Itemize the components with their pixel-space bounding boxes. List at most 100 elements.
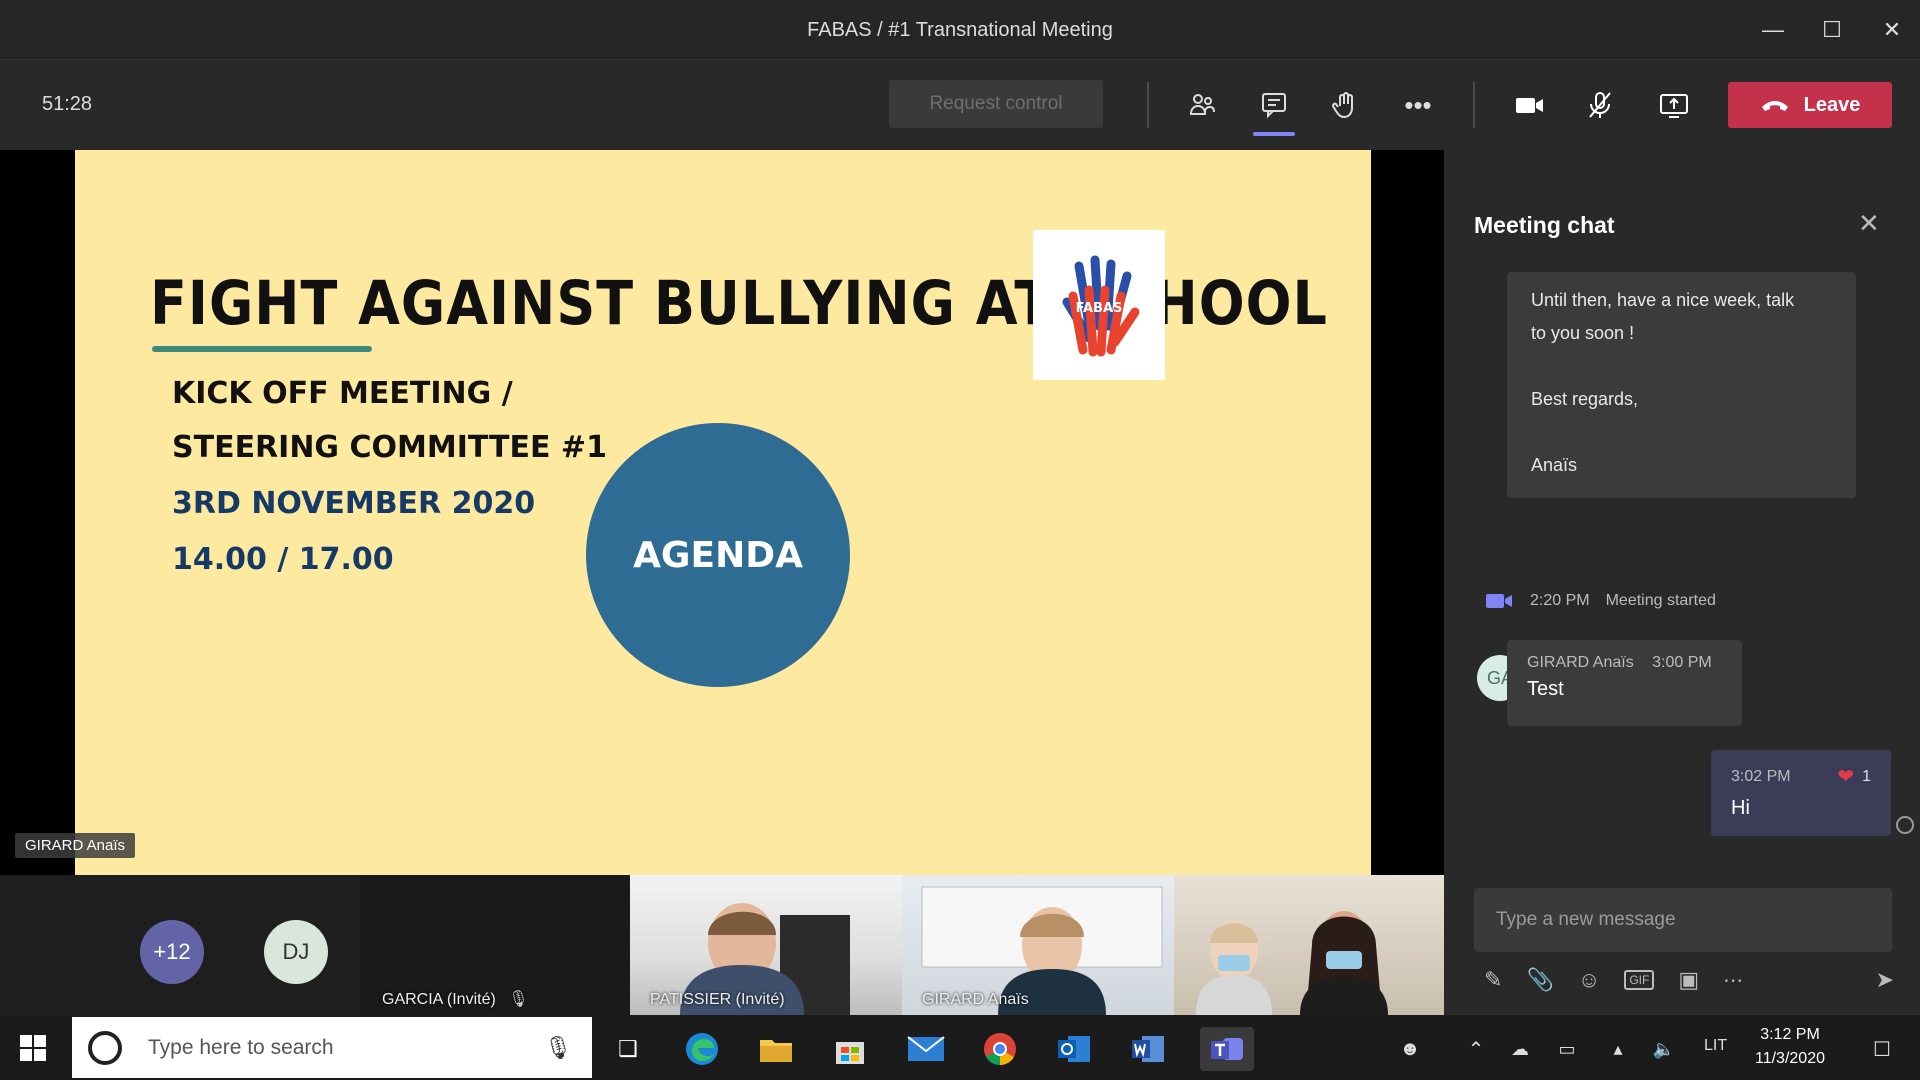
chat-message-line: Until then, have a nice week, talk (1531, 290, 1795, 310)
edge-icon[interactable] (680, 1027, 724, 1071)
chat-icon[interactable] (1250, 82, 1298, 136)
chrome-icon[interactable] (978, 1027, 1022, 1071)
participant-video-tile[interactable] (1174, 875, 1444, 1015)
leave-button[interactable]: Leave (1728, 82, 1892, 128)
chat-message-text: Hi (1731, 797, 1750, 819)
participant-strip: +12 DJ GARCIA (Invité) 🎙 PATISSIER (Invi… (0, 875, 1444, 1015)
seen-status-icon (1896, 816, 1914, 834)
cortana-icon (88, 1030, 122, 1065)
reaction-count: 1 (1862, 767, 1871, 785)
people-icon[interactable]: ☻ (1388, 1027, 1432, 1071)
taskbar-search-box[interactable]: Type here to search 🎙 (72, 1017, 592, 1078)
compose-toolbar: ✎ 📎 ☺ GIF ▣ ⋯ ➤ (1484, 960, 1894, 1000)
gif-icon[interactable]: GIF (1624, 970, 1655, 990)
fabas-logo: FABAS (1033, 230, 1165, 380)
raise-hand-icon[interactable] (1322, 82, 1370, 128)
taskbar-clock[interactable]: 3:12 PM 11/3/2020 (1755, 1023, 1825, 1071)
chat-message-line: Best regards, (1531, 389, 1639, 409)
message-input[interactable] (1474, 888, 1892, 952)
request-control-button[interactable]: Request control (889, 80, 1103, 128)
compose-box[interactable] (1474, 888, 1892, 952)
chat-message-text: Test (1527, 678, 1564, 700)
chat-message-bubble: GIRARD Anaïs 3:00 PM Test (1507, 640, 1742, 726)
task-view-icon[interactable]: ❑ (606, 1027, 650, 1071)
sticker-icon[interactable]: ▣ (1678, 967, 1699, 993)
onedrive-icon[interactable]: ☁ (1498, 1027, 1542, 1071)
participant-name: GIRARD Anaïs (922, 991, 1029, 1008)
share-screen-icon[interactable] (1650, 82, 1698, 128)
meeting-chat-panel: Meeting chat ✕ Until then, have a nice w… (1444, 150, 1920, 1015)
my-chat-message-bubble: 3:02 PM ❤ 1 Hi (1711, 750, 1891, 836)
search-placeholder: Type here to search (148, 1035, 334, 1059)
windows-taskbar: Type here to search 🎙 ❑ ☻ ⌃ ☁ ▭ ▴ 🔈 LIT … (0, 1015, 1920, 1080)
mail-icon[interactable] (904, 1027, 948, 1071)
participant-name: PATISSIER (Invité) (650, 991, 785, 1008)
leave-label: Leave (1803, 93, 1861, 116)
emoji-icon[interactable]: ☺ (1578, 967, 1600, 993)
more-compose-options-icon[interactable]: ⋯ (1723, 968, 1743, 993)
presentation-slide: FIGHT AGAINST BULLYING AT SCHOOL KICK OF… (75, 150, 1371, 875)
chat-timestamp: 3:00 PM (1652, 654, 1712, 671)
mic-muted-icon[interactable] (1576, 82, 1624, 128)
participant-name-text: GARCIA (Invité) (382, 991, 496, 1008)
participant-video (1196, 911, 1388, 1015)
send-icon[interactable]: ➤ (1876, 967, 1894, 993)
meeting-timer: 51:28 (42, 93, 93, 115)
more-participants-button[interactable]: +12 (140, 920, 204, 984)
maximize-icon[interactable]: ☐ (1802, 12, 1862, 48)
word-icon[interactable] (1126, 1027, 1170, 1071)
participant-tile[interactable]: GARCIA (Invité) 🎙 (360, 875, 630, 1015)
title-bar: FABAS / #1 Transnational Meeting — ☐ ✕ (0, 0, 1920, 60)
slide-subtitle-1: KICK OFF MEETING / (172, 376, 513, 411)
agenda-circle: AGENDA (586, 423, 850, 687)
chat-title: Meeting chat (1474, 212, 1615, 238)
slide-title-underline (152, 346, 372, 352)
store-icon[interactable] (828, 1027, 872, 1071)
chat-message-bubble: Until then, have a nice week, talk to yo… (1507, 272, 1856, 498)
toolbar-divider (1147, 82, 1149, 128)
system-time: 2:20 PM (1530, 592, 1590, 609)
window-title: FABAS / #1 Transnational Meeting (807, 19, 1113, 41)
participant-video-tile[interactable]: GIRARD Anaïs (902, 875, 1174, 1015)
network-icon[interactable]: ▴ (1596, 1027, 1640, 1071)
chat-author: GIRARD Anaïs (1527, 654, 1634, 671)
microphone-icon[interactable]: 🎙 (544, 1035, 572, 1061)
meeting-camera-icon (1486, 594, 1512, 608)
language-indicator[interactable]: LIT (1704, 1037, 1727, 1055)
attach-icon[interactable]: 📎 (1526, 967, 1553, 993)
slide-date: 3RD NOVEMBER 2020 (172, 486, 536, 521)
slide-time: 14.00 / 17.00 (172, 542, 394, 577)
outlook-icon[interactable] (1052, 1027, 1096, 1071)
system-text: Meeting started (1605, 592, 1716, 609)
heart-reaction-icon[interactable]: ❤ (1837, 764, 1854, 789)
participant-video-tile[interactable]: PATISSIER (Invité) (630, 875, 902, 1015)
volume-icon[interactable]: 🔈 (1642, 1027, 1686, 1071)
clock-date: 11/3/2020 (1755, 1050, 1825, 1067)
mic-muted-icon: 🎙 (508, 991, 529, 1008)
meeting-started-notice: 2:20 PM Meeting started (1484, 590, 1716, 612)
meeting-toolbar: 51:28 Request control ••• Leave (0, 60, 1920, 150)
avatar[interactable]: DJ (264, 920, 328, 984)
participant-name: GARCIA (Invité) 🎙 (382, 989, 529, 1009)
show-hidden-icons-chevron[interactable]: ⌃ (1454, 1027, 1498, 1071)
slide-subtitle-2: STEERING COMMITTEE #1 (172, 430, 607, 465)
clock-time: 3:12 PM (1760, 1026, 1820, 1043)
teams-icon[interactable] (1200, 1027, 1254, 1071)
chat-message-line: to you soon ! (1531, 323, 1635, 343)
notification-center-icon[interactable]: ☐ (1860, 1027, 1904, 1071)
file-explorer-icon[interactable] (754, 1027, 798, 1071)
close-window-icon[interactable]: ✕ (1862, 12, 1920, 48)
chat-timestamp: 3:02 PM (1731, 767, 1791, 785)
hang-up-icon (1761, 101, 1788, 111)
shared-screen: FIGHT AGAINST BULLYING AT SCHOOL KICK OF… (0, 150, 1444, 875)
more-options-icon[interactable]: ••• (1394, 82, 1442, 128)
windows-start-icon[interactable] (20, 1035, 46, 1066)
format-icon[interactable]: ✎ (1484, 967, 1502, 993)
battery-icon[interactable]: ▭ (1545, 1027, 1589, 1071)
presenter-name-tag: GIRARD Anaïs (15, 833, 136, 858)
close-chat-icon[interactable]: ✕ (1858, 208, 1880, 239)
minimize-icon[interactable]: — (1743, 12, 1803, 48)
camera-icon[interactable] (1505, 82, 1553, 128)
chat-message-line: Anaïs (1531, 455, 1578, 475)
participants-icon[interactable] (1178, 82, 1226, 128)
